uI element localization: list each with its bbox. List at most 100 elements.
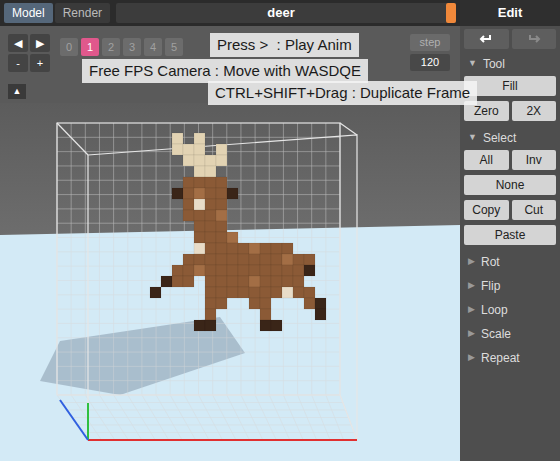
tool-button[interactable]: Copy: [464, 200, 509, 220]
frame-count-field[interactable]: 120: [410, 54, 450, 71]
voxel: [227, 276, 238, 287]
box-edge: [57, 123, 88, 155]
voxel: [271, 287, 282, 298]
frame-button[interactable]: 2: [102, 38, 120, 56]
grid-line: [73, 417, 349, 418]
grid-line: [57, 337, 340, 338]
document-title: deer: [116, 3, 446, 23]
section-header[interactable]: ▶Flip: [460, 274, 560, 298]
voxel: [293, 287, 304, 298]
frame-button[interactable]: 3: [123, 38, 141, 56]
undo-icon: [478, 32, 494, 46]
voxel: [205, 210, 216, 221]
section-header[interactable]: ▼Select: [460, 126, 560, 150]
background: [0, 103, 460, 461]
voxel: [205, 265, 216, 276]
voxel: [216, 232, 227, 243]
voxel: [205, 320, 216, 331]
tool-button[interactable]: Cut: [512, 200, 557, 220]
section-arrow: ▼: [468, 131, 477, 145]
grid-line: [57, 366, 340, 367]
voxel: [172, 133, 183, 144]
tool-button[interactable]: All: [464, 150, 509, 170]
voxel: [205, 298, 216, 309]
voxel: [260, 298, 271, 309]
voxel: [216, 298, 227, 309]
frame-button[interactable]: 5: [165, 38, 183, 56]
voxel: [194, 232, 205, 243]
voxel: [216, 221, 227, 232]
tool-button[interactable]: 2X: [512, 101, 557, 121]
tool-button[interactable]: Fill: [464, 76, 556, 96]
bounding-box: [57, 123, 357, 440]
viewport[interactable]: [0, 103, 460, 461]
section-label: Repeat: [481, 349, 520, 367]
voxel: [282, 276, 293, 287]
voxel: [238, 243, 249, 254]
grid-line: [113, 123, 114, 395]
step-button[interactable]: step: [410, 34, 450, 51]
voxel: [205, 155, 216, 166]
edit-panel: Edit▼ToolFillZero2X▼SelectAllInvNoneCopy…: [460, 0, 560, 461]
voxel: [194, 144, 205, 155]
voxel: [216, 199, 227, 210]
voxel: [260, 276, 271, 287]
panel-header: Edit: [460, 0, 560, 26]
tool-button[interactable]: Paste: [464, 225, 556, 245]
step-controls: step 120: [410, 34, 450, 71]
undo[interactable]: [464, 29, 509, 49]
voxel: [194, 210, 205, 221]
voxel: [249, 254, 260, 265]
frame-button[interactable]: 1: [81, 38, 99, 56]
grid-line: [99, 123, 100, 395]
voxel: [194, 133, 205, 144]
section-header[interactable]: ▶Scale: [460, 322, 560, 346]
voxel: [205, 177, 216, 188]
nav-button[interactable]: ▶: [30, 34, 50, 52]
mode-tab[interactable]: Render: [55, 3, 110, 23]
voxel: [205, 243, 216, 254]
section-header[interactable]: ▶Rot: [460, 250, 560, 274]
grid-line: [57, 380, 340, 381]
grid-line: [78, 425, 352, 426]
section-arrow: ▶: [468, 279, 475, 293]
grid-line: [85, 123, 86, 395]
section-label: Tool: [483, 55, 505, 73]
title-marker: [446, 3, 456, 23]
button-row: CopyCut: [460, 200, 560, 220]
voxel: [205, 309, 216, 320]
box-edge: [340, 395, 357, 440]
box-back: [57, 123, 340, 395]
tool-button[interactable]: Inv: [512, 150, 557, 170]
redo-icon: [526, 32, 542, 46]
grid: [57, 123, 357, 440]
tooltip: Press > : Play Anim: [210, 33, 359, 57]
nav-button[interactable]: -: [8, 54, 28, 72]
voxel: [315, 309, 326, 320]
title-field[interactable]: deer: [116, 3, 456, 23]
redo[interactable]: [512, 29, 557, 49]
voxel: [315, 298, 326, 309]
section-arrow: ▼: [468, 57, 477, 71]
voxel: [293, 254, 304, 265]
section-header[interactable]: ▼ Tool: [460, 52, 560, 76]
voxel: [282, 287, 293, 298]
nav-button[interactable]: ◀: [8, 34, 28, 52]
collapse-button[interactable]: ▲: [8, 84, 26, 99]
frame-button[interactable]: 0: [60, 38, 78, 56]
section-header[interactable]: ▶Repeat: [460, 346, 560, 370]
mode-tab[interactable]: Model: [4, 3, 53, 23]
frame-list: 012345: [60, 38, 183, 56]
section-header[interactable]: ▶Loop: [460, 298, 560, 322]
voxel: [194, 188, 205, 199]
x-axis: [88, 439, 357, 441]
nav-button[interactable]: +: [30, 54, 50, 72]
box-edge: [340, 123, 357, 135]
voxel: [238, 287, 249, 298]
frame-button[interactable]: 4: [144, 38, 162, 56]
tool-button[interactable]: None: [464, 175, 556, 195]
voxel: [227, 254, 238, 265]
voxel: [260, 287, 271, 298]
voxel: [293, 265, 304, 276]
voxel: [194, 221, 205, 232]
